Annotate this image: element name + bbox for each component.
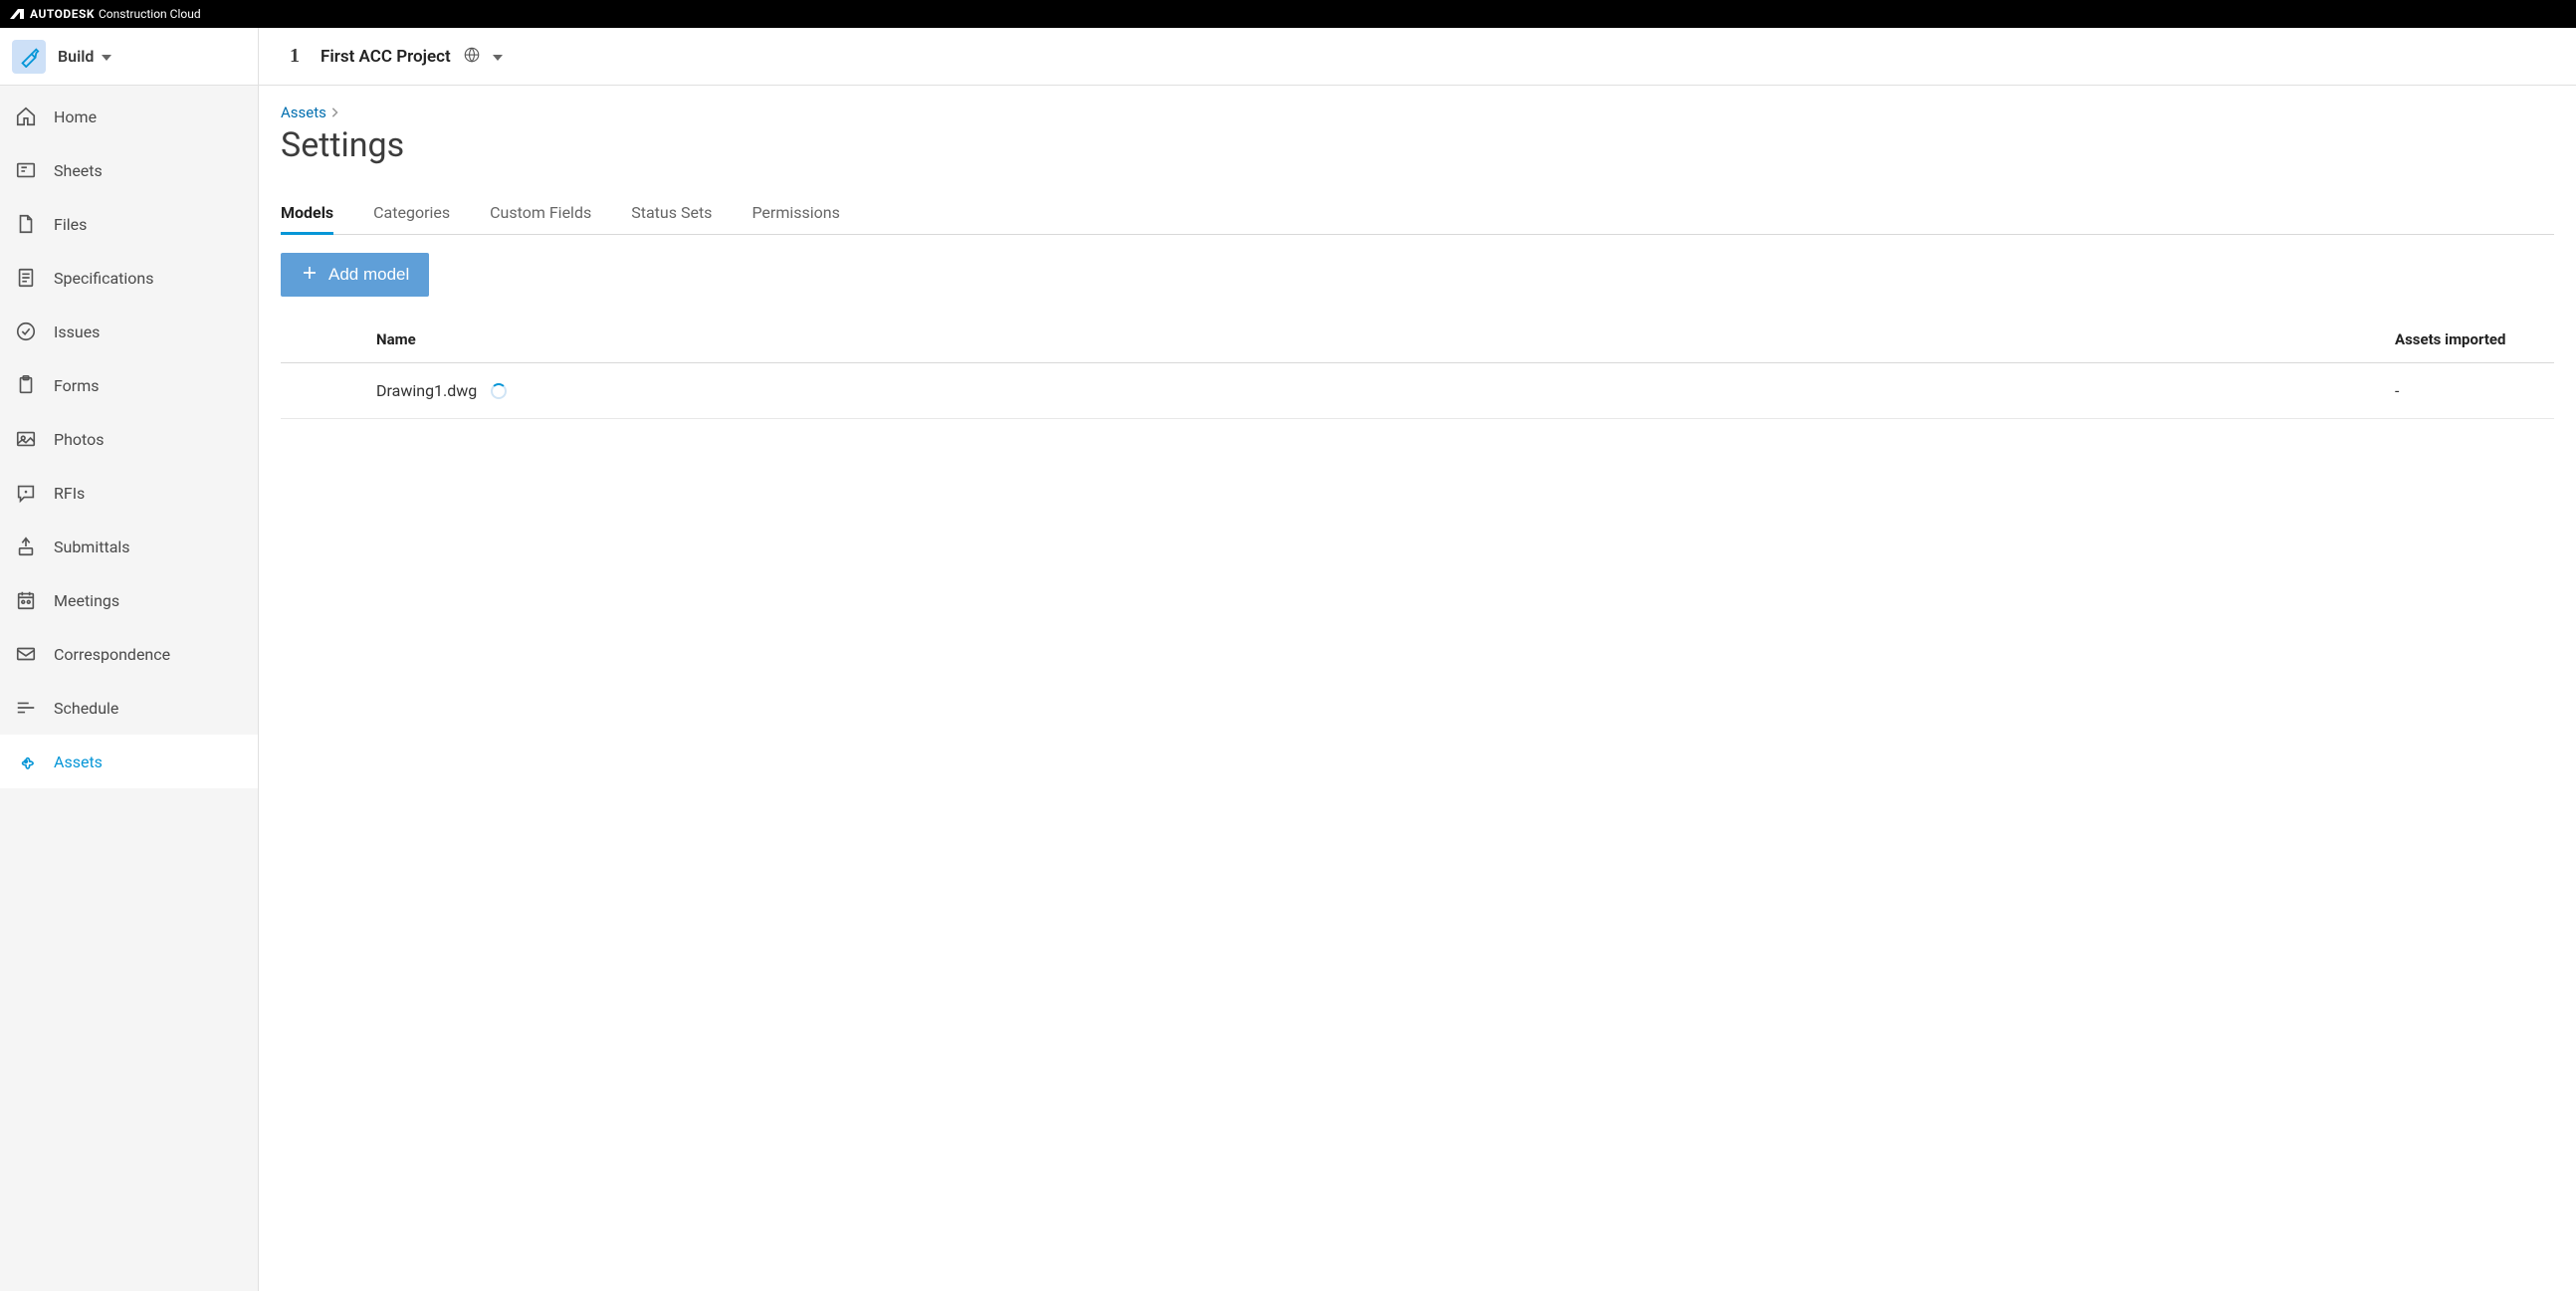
sidebar-item-label: Meetings [54,591,119,610]
product-switcher[interactable]: Build [0,28,259,85]
models-table: Name Assets imported Drawing1.dwg - [281,317,2554,419]
table-header-spacer [281,330,376,348]
table-cell-assets-imported: - [2395,381,2554,400]
model-filename: Drawing1.dwg [376,381,477,400]
project-name-label: First ACC Project [321,47,451,67]
build-product-icon [12,40,46,74]
sidebar-item-forms[interactable]: Forms [0,358,258,412]
globe-icon [463,46,481,68]
autodesk-logo-icon [10,9,24,19]
project-selector[interactable]: 1 First ACC Project [259,28,527,85]
specifications-icon [14,266,38,290]
table-header-name[interactable]: Name [376,330,2395,348]
settings-tabs: Models Categories Custom Fields Status S… [281,193,2554,235]
sidebar-item-rfis[interactable]: RFIs [0,466,258,520]
project-avatar-icon: 1 [283,45,307,69]
correspondence-icon [14,642,38,666]
sidebar-item-issues[interactable]: Issues [0,305,258,358]
files-icon [14,212,38,236]
rfis-icon [14,481,38,505]
sidebar-item-label: Schedule [54,699,118,718]
table-row[interactable]: Drawing1.dwg - [281,363,2554,419]
sidebar-item-label: Files [54,215,87,234]
sidebar-item-label: Forms [54,376,100,395]
sidebar-item-meetings[interactable]: Meetings [0,573,258,627]
caret-down-icon [493,49,503,65]
sidebar-item-specifications[interactable]: Specifications [0,251,258,305]
sidebar-item-home[interactable]: Home [0,90,258,143]
sidebar-item-label: Sheets [54,161,103,180]
plus-icon [301,264,319,287]
sidebar-item-assets[interactable]: Assets [0,735,258,788]
sidebar-item-label: RFIs [54,484,85,503]
sidebar-item-label: Correspondence [54,645,170,664]
table-header-row: Name Assets imported [281,317,2554,363]
assets-icon [14,750,38,773]
sidebar-nav: Home Sheets Files Specifications Issues [0,86,259,1291]
content-area: Assets Settings Models Categories Custom… [259,86,2576,1291]
tab-custom-fields[interactable]: Custom Fields [490,193,591,234]
sidebar-item-photos[interactable]: Photos [0,412,258,466]
issues-icon [14,320,38,343]
global-top-bar: AUTODESK Construction Cloud [0,0,2576,28]
tab-status-sets[interactable]: Status Sets [631,193,712,234]
add-model-label: Add model [328,265,409,285]
sidebar-item-correspondence[interactable]: Correspondence [0,627,258,681]
brand-name-bold: AUTODESK [30,7,95,21]
sidebar-item-submittals[interactable]: Submittals [0,520,258,573]
add-model-button[interactable]: Add model [281,253,429,297]
schedule-icon [14,696,38,720]
breadcrumb: Assets [281,104,2554,121]
tab-permissions[interactable]: Permissions [751,193,839,234]
main-layout: Home Sheets Files Specifications Issues [0,86,2576,1291]
tab-categories[interactable]: Categories [373,193,450,234]
forms-icon [14,373,38,397]
sidebar-item-label: Photos [54,430,105,449]
table-header-assets-imported[interactable]: Assets imported [2395,330,2554,348]
submittals-icon [14,535,38,558]
product-name-label: Build [58,47,94,66]
sidebar-item-label: Home [54,108,97,126]
sidebar-item-label: Assets [54,753,103,771]
loading-spinner-icon [491,383,507,399]
photos-icon [14,427,38,451]
brand-name-light: Construction Cloud [99,7,201,21]
table-cell-name: Drawing1.dwg [376,381,2395,400]
page-title: Settings [281,125,2554,165]
tab-models[interactable]: Models [281,193,333,234]
sidebar-item-sheets[interactable]: Sheets [0,143,258,197]
sidebar-item-label: Issues [54,323,100,341]
sidebar-item-label: Specifications [54,269,154,288]
home-icon [14,105,38,128]
sidebar-item-label: Submittals [54,538,130,556]
sidebar-item-schedule[interactable]: Schedule [0,681,258,735]
sheets-icon [14,158,38,182]
caret-down-icon [102,49,111,65]
chevron-right-icon [330,104,338,121]
meetings-icon [14,588,38,612]
sidebar-item-files[interactable]: Files [0,197,258,251]
header-bar: Build 1 First ACC Project [0,28,2576,86]
breadcrumb-link-assets[interactable]: Assets [281,104,326,121]
